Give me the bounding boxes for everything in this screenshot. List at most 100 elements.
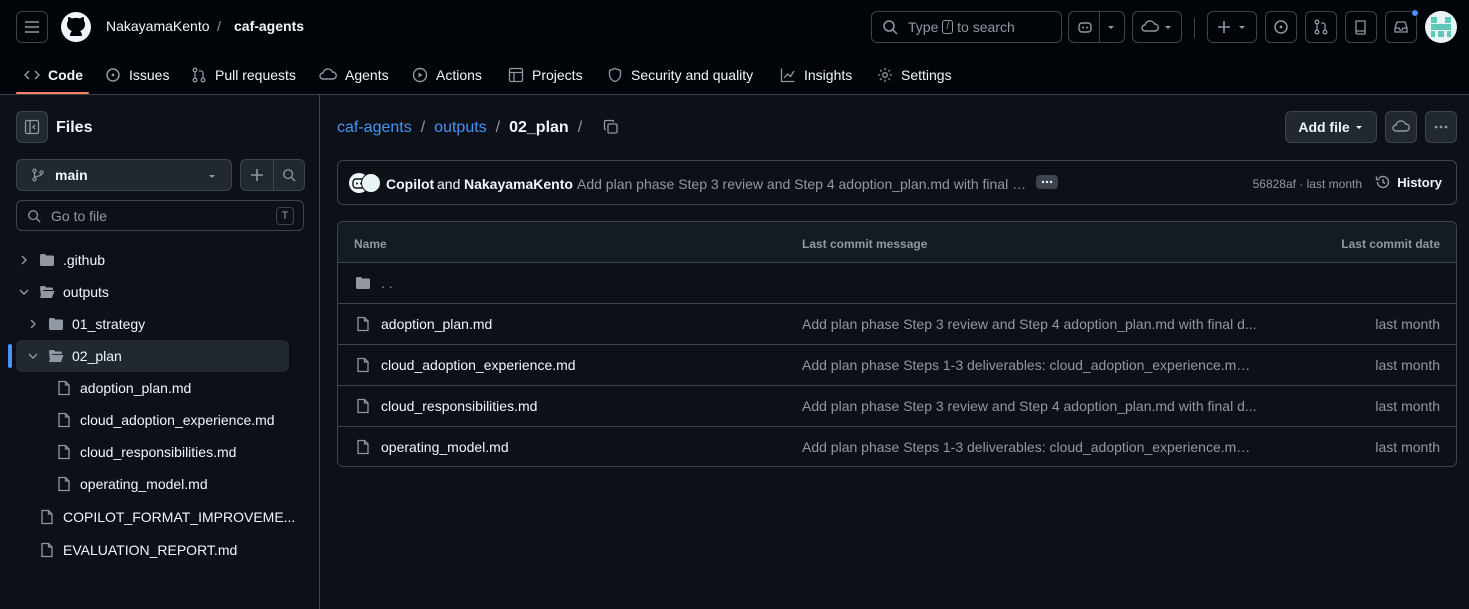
- table-row[interactable]: adoption_plan.md Add plan phase Step 3 r…: [338, 304, 1456, 345]
- inbox-button[interactable]: [1385, 9, 1419, 43]
- avatar[interactable]: [1425, 11, 1457, 43]
- tab-issues[interactable]: Issues: [105, 56, 169, 94]
- table-row[interactable]: cloud_adoption_experience.md Add plan ph…: [338, 345, 1456, 386]
- tree-item-02-plan[interactable]: 02_plan: [27, 340, 122, 372]
- commit-sha-time[interactable]: 56828af · last month: [1253, 177, 1362, 191]
- cloud-upload-icon: [1392, 120, 1410, 132]
- folder-open-icon: [40, 286, 55, 298]
- table-icon: [508, 67, 524, 83]
- tree-item-operating-model[interactable]: operating_model.md: [56, 468, 208, 500]
- tree-item-label: cloud_responsibilities.md: [80, 444, 237, 460]
- file-icon: [58, 476, 70, 492]
- tab-security[interactable]: Security and quality: [607, 56, 753, 94]
- commit-date: last month: [1375, 398, 1440, 414]
- codespace-button[interactable]: [1385, 111, 1417, 143]
- tab-agents[interactable]: Agents: [319, 56, 389, 94]
- tab-label: Pull requests: [215, 67, 296, 83]
- copy-path-icon[interactable]: [603, 119, 619, 135]
- search-icon: [283, 169, 296, 182]
- go-to-file-placeholder: Go to file: [51, 207, 108, 224]
- folder-open-icon: [49, 350, 64, 362]
- code-icon: [24, 70, 40, 80]
- more-options-button[interactable]: [1425, 111, 1457, 143]
- graph-icon: [780, 68, 795, 83]
- tree-item-adoption-plan[interactable]: adoption_plan.md: [56, 372, 191, 404]
- collapse-sidebar-button[interactable]: [16, 111, 48, 143]
- github-logo-icon[interactable]: [60, 11, 92, 43]
- search-input[interactable]: Type / to search: [871, 11, 1062, 43]
- pull-requests-button[interactable]: [1305, 11, 1337, 43]
- create-new-button[interactable]: [1207, 11, 1257, 43]
- file-name-link[interactable]: operating_model.md: [381, 439, 509, 455]
- tree-item-01-strategy[interactable]: 01_strategy: [27, 308, 145, 340]
- repositories-button[interactable]: [1345, 11, 1377, 43]
- breadcrumb-outputs[interactable]: outputs: [434, 119, 486, 137]
- file-icon: [357, 439, 369, 455]
- sidebar-collapse-icon: [24, 119, 40, 135]
- tab-label: Actions: [436, 67, 482, 83]
- add-file-label: Add file: [1298, 119, 1350, 135]
- tree-item-outputs[interactable]: outputs: [18, 276, 109, 308]
- codespaces-button[interactable]: [1132, 11, 1182, 43]
- commit-author-copilot[interactable]: Copilot: [386, 176, 434, 192]
- tree-item-github[interactable]: .github: [18, 244, 105, 276]
- tree-item-label: .github: [63, 252, 106, 268]
- global-header: NakayamaKento / caf-agents Type / to sea…: [0, 0, 1469, 95]
- commit-message-link[interactable]: Add plan phase Step 3 review and Step 4 …: [802, 316, 1257, 332]
- table-row[interactable]: cloud_responsibilities.md Add plan phase…: [338, 386, 1456, 427]
- search-icon: [28, 209, 41, 223]
- file-name-link[interactable]: cloud_responsibilities.md: [381, 398, 537, 414]
- tab-pull-requests[interactable]: Pull requests: [191, 56, 296, 94]
- tree-item-cloud-adoption-experience[interactable]: cloud_adoption_experience.md: [56, 404, 275, 436]
- history-button[interactable]: History: [1375, 174, 1442, 190]
- tab-label: Security and quality: [631, 67, 754, 83]
- tab-projects[interactable]: Projects: [508, 56, 583, 94]
- pull-request-icon: [1314, 19, 1328, 35]
- file-icon: [41, 542, 53, 558]
- branch-selector[interactable]: main: [16, 159, 232, 191]
- file-name-link[interactable]: adoption_plan.md: [381, 316, 492, 332]
- tree-item-copilot-format[interactable]: COPILOT_FORMAT_IMPROVEME...: [39, 501, 295, 533]
- tree-item-cloud-responsibilities[interactable]: cloud_responsibilities.md: [56, 436, 236, 468]
- parent-directory-row[interactable]: . .: [338, 263, 1456, 304]
- branch-icon: [32, 168, 44, 182]
- chevron-down-icon: [19, 289, 29, 295]
- issues-button[interactable]: [1265, 11, 1297, 43]
- search-tree-button[interactable]: [274, 160, 304, 190]
- table-row[interactable]: operating_model.md Add plan phase Steps …: [338, 427, 1456, 466]
- commit-message-link[interactable]: Add plan phase Steps 1-3 deliverables: c…: [802, 357, 1257, 373]
- tree-item-evaluation-report[interactable]: EVALUATION_REPORT.md: [39, 534, 237, 566]
- branch-name: main: [55, 167, 88, 183]
- tree-item-label: operating_model.md: [80, 476, 208, 492]
- commit-message[interactable]: Add plan phase Step 3 review and Step 4 …: [577, 176, 1029, 192]
- breadcrumb-repo[interactable]: caf-agents: [337, 119, 412, 137]
- tab-settings[interactable]: Settings: [877, 56, 952, 94]
- breadcrumb-current: 02_plan: [509, 119, 569, 136]
- copilot-button[interactable]: [1068, 11, 1125, 43]
- tab-code[interactable]: Code: [24, 56, 83, 94]
- file-icon: [357, 398, 369, 414]
- tab-insights[interactable]: Insights: [780, 56, 852, 94]
- menu-button[interactable]: [16, 11, 48, 43]
- file-name-link[interactable]: cloud_adoption_experience.md: [381, 357, 576, 373]
- repo-link[interactable]: caf-agents: [234, 18, 304, 34]
- search-icon: [883, 20, 898, 35]
- gear-icon: [878, 68, 892, 82]
- folder-icon: [40, 254, 54, 266]
- table-header: Name Last commit message Last commit dat…: [338, 222, 1456, 263]
- tab-actions[interactable]: Actions: [412, 56, 482, 94]
- parent-directory-label: . .: [381, 275, 393, 291]
- chevron-right-icon: [30, 319, 36, 329]
- expand-commit-button[interactable]: [1036, 175, 1058, 189]
- tab-label: Insights: [804, 67, 853, 83]
- add-file-button[interactable]: Add file: [1285, 111, 1377, 143]
- commit-message-link[interactable]: Add plan phase Steps 1-3 deliverables: c…: [802, 439, 1257, 455]
- commit-message-link[interactable]: Add plan phase Step 3 review and Step 4 …: [802, 398, 1257, 414]
- go-to-file-input[interactable]: Go to file T: [16, 200, 304, 231]
- commit-author-user[interactable]: NakayamaKento: [464, 176, 573, 192]
- tab-label: Code: [48, 67, 83, 83]
- owner-link[interactable]: NakayamaKento: [106, 18, 210, 34]
- file-icon: [58, 444, 70, 460]
- history-icon: [1376, 175, 1390, 189]
- add-file-tree-button[interactable]: [241, 160, 273, 190]
